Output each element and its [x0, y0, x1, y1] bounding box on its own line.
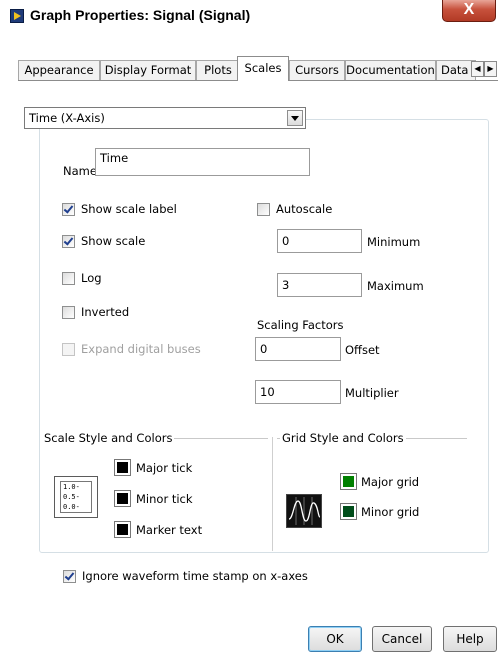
waveform-icon [288, 497, 321, 525]
close-button[interactable]: X [442, 0, 496, 22]
maximum-input[interactable]: 3 [277, 273, 362, 297]
expand-digital-buses-checkbox [62, 343, 75, 356]
show-scale-label-checkbox[interactable] [62, 203, 75, 216]
ignore-timestamp-label: Ignore waveform time stamp on x-axes [82, 569, 308, 583]
autoscale-label: Autoscale [276, 202, 333, 216]
scale-style-title: Scale Style and Colors [42, 431, 175, 445]
window-title: Graph Properties: Signal (Signal) [30, 7, 251, 23]
tab-display-format[interactable]: Display Format [100, 60, 196, 80]
multiplier-input[interactable]: 10 [255, 380, 341, 404]
scale-style-icon[interactable]: 1.0- 0.5- 0.0- [54, 476, 98, 518]
minor-tick-label: Minor tick [136, 492, 193, 506]
minimum-input[interactable]: 0 [277, 229, 362, 253]
inverted-label: Inverted [81, 305, 130, 319]
grid-style-icon[interactable] [286, 494, 322, 528]
cancel-button[interactable]: Cancel [372, 626, 432, 652]
offset-label: Offset [345, 343, 380, 357]
show-scale-label-label: Show scale label [81, 202, 177, 216]
autoscale-checkbox[interactable] [257, 203, 270, 216]
help-button[interactable]: Help [443, 626, 497, 652]
axis-select[interactable]: Time (X-Axis) [24, 107, 306, 129]
marker-text-color-swatch[interactable] [114, 521, 131, 538]
major-tick-color-swatch[interactable] [114, 459, 131, 476]
title-bar: Graph Properties: Signal (Signal) X [0, 0, 503, 34]
maximum-label: Maximum [367, 279, 424, 293]
scale-ticks-preview: 1.0- 0.5- 0.0- [60, 481, 92, 513]
axis-select-value: Time (X-Axis) [29, 111, 105, 125]
show-scale-checkbox[interactable] [62, 235, 75, 248]
minor-grid-color-swatch[interactable] [340, 503, 357, 520]
marker-text-label: Marker text [136, 523, 203, 537]
tab-plots[interactable]: Plots [196, 60, 240, 80]
expand-digital-buses-label: Expand digital buses [81, 342, 201, 356]
multiplier-label: Multiplier [345, 386, 399, 400]
tab-scroll-left-icon[interactable]: ◀ [471, 61, 484, 77]
major-grid-color-swatch[interactable] [340, 473, 357, 490]
tab-data[interactable]: Data [436, 60, 476, 80]
chevron-down-icon[interactable] [287, 110, 303, 126]
minor-tick-color-swatch[interactable] [114, 490, 131, 507]
major-tick-label: Major tick [136, 461, 193, 475]
tab-scroll-right-icon[interactable]: ▶ [484, 61, 497, 77]
major-grid-label: Major grid [361, 475, 420, 489]
scaling-factors-title: Scaling Factors [257, 318, 344, 332]
tab-scales[interactable]: Scales [237, 56, 289, 81]
tab-documentation[interactable]: Documentation [345, 60, 436, 80]
name-input[interactable]: Time [95, 148, 310, 176]
log-label: Log [81, 271, 102, 285]
tab-strip: Appearance Display Format Plots Scales C… [18, 56, 498, 81]
scale-tick-label: 1.0 [63, 483, 76, 491]
ignore-timestamp-checkbox[interactable] [63, 570, 76, 583]
axis-settings-group [39, 119, 489, 553]
ok-button[interactable]: OK [308, 626, 362, 652]
scale-tick-label: 0.5 [63, 493, 76, 501]
scale-tick-label: 0.0 [63, 503, 76, 511]
log-checkbox[interactable] [62, 272, 75, 285]
show-scale-label: Show scale [81, 234, 146, 248]
labview-app-icon [10, 9, 24, 23]
tab-cursors[interactable]: Cursors [289, 60, 345, 80]
grid-style-title: Grid Style and Colors [280, 431, 406, 445]
inverted-checkbox[interactable] [62, 306, 75, 319]
minimum-label: Minimum [367, 235, 421, 249]
minor-grid-label: Minor grid [361, 505, 420, 519]
tab-appearance[interactable]: Appearance [18, 60, 100, 80]
style-section-separator [272, 437, 273, 551]
name-label: Name [63, 164, 97, 178]
offset-input[interactable]: 0 [255, 337, 341, 361]
